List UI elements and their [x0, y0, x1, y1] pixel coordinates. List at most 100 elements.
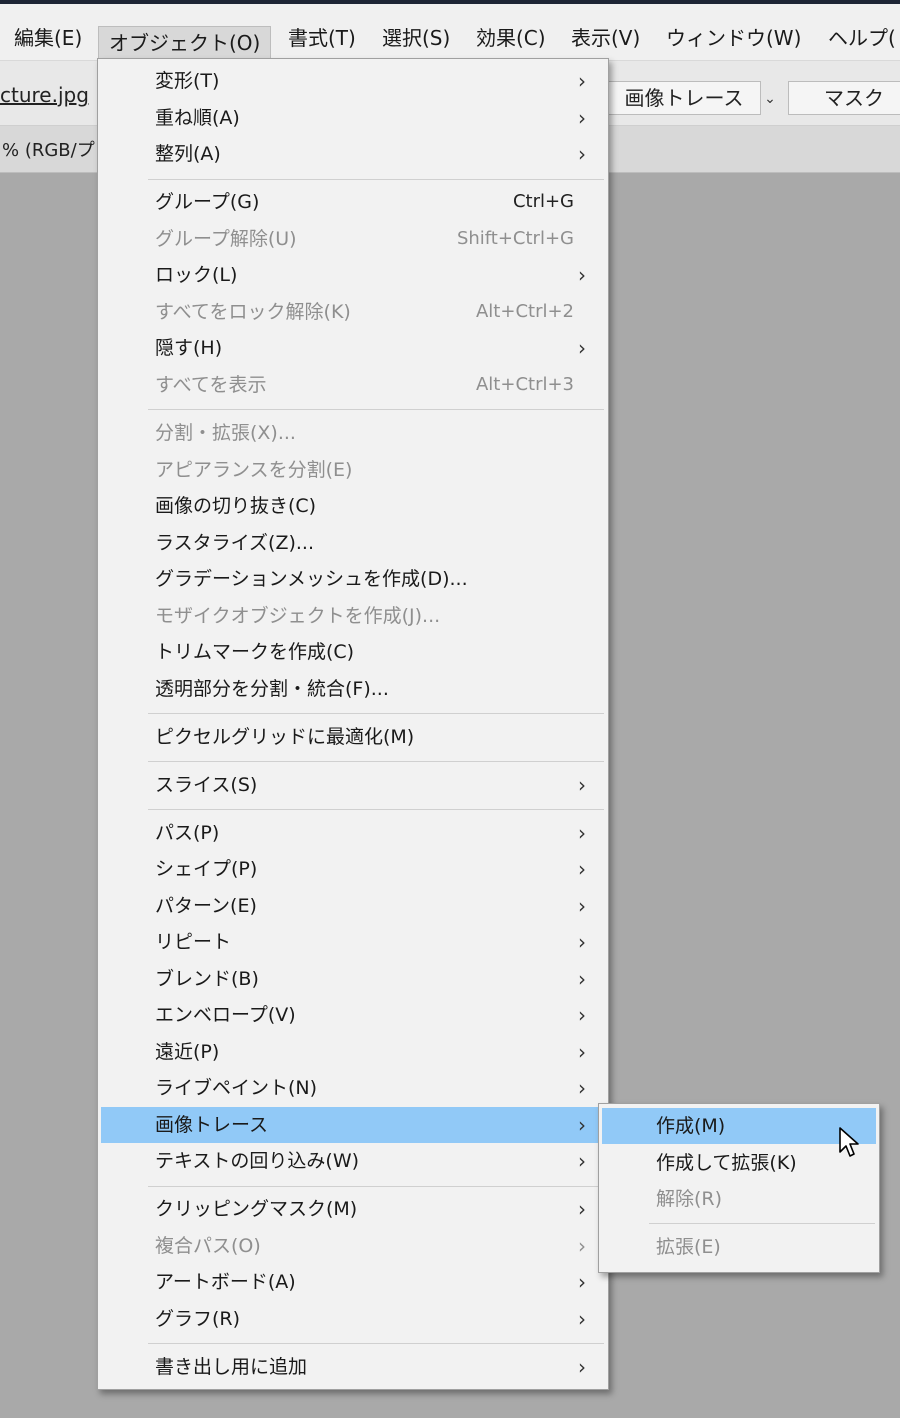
menu-separator: [148, 1343, 604, 1344]
menu-item-label: 遠近(P): [155, 1041, 220, 1063]
menu-item-blend[interactable]: ブレンド(B) ›: [98, 961, 608, 997]
menu-item-label: 分割・拡張(X)...: [155, 422, 296, 444]
menu-select[interactable]: 選択(S): [382, 20, 450, 56]
menu-item-label: グループ(G): [155, 191, 260, 213]
menu-item-label: グループ解除(U): [155, 228, 297, 250]
menu-type[interactable]: 書式(T): [288, 20, 356, 56]
menu-item-expand[interactable]: 分割・拡張(X)...: [98, 415, 608, 451]
menu-item-label: リピート: [155, 931, 232, 953]
menu-item-label: テキストの回り込み(W): [155, 1150, 360, 1172]
menu-item-group[interactable]: グループ(G) Ctrl+G: [98, 184, 608, 220]
menu-help[interactable]: ヘルプ(: [828, 20, 896, 56]
menu-object[interactable]: オブジェクト(O): [98, 26, 272, 60]
submenu-item-release[interactable]: 解除(R): [599, 1181, 879, 1217]
chevron-right-icon: ›: [578, 1003, 586, 1027]
menu-item-lock[interactable]: ロック(L) ›: [98, 257, 608, 293]
menu-item-label: アートボード(A): [155, 1271, 296, 1293]
menu-item-crop-image[interactable]: 画像の切り抜き(C): [98, 488, 608, 524]
menu-effect[interactable]: 効果(C): [476, 20, 546, 56]
menu-item-label: 変形(T): [155, 70, 220, 92]
menu-item-label: 解除(R): [656, 1188, 723, 1210]
chevron-right-icon: ›: [578, 821, 586, 845]
menu-item-label: 画像の切り抜き(C): [155, 495, 317, 517]
linked-file-name[interactable]: cture.jpg: [0, 83, 89, 107]
menu-separator: [148, 713, 604, 714]
menu-item-shortcut: Ctrl+G: [512, 191, 574, 212]
menu-item-label: 整列(A): [155, 143, 221, 165]
menu-item-label: シェイプ(P): [155, 858, 258, 880]
menu-item-label: 複合パス(O): [155, 1235, 261, 1257]
mask-button[interactable]: マスク: [788, 81, 900, 115]
menu-item-label: パス(P): [155, 822, 220, 844]
chevron-right-icon: ›: [578, 1270, 586, 1294]
menu-item-label: アピアランスを分割(E): [155, 459, 353, 481]
menu-item-label: クリッピングマスク(M): [155, 1198, 358, 1220]
menu-item-hide[interactable]: 隠す(H) ›: [98, 330, 608, 366]
chevron-right-icon: ›: [578, 967, 586, 991]
menu-item-image-trace[interactable]: 画像トレース ›: [101, 1107, 605, 1143]
menu-item-shortcut: Shift+Ctrl+G: [456, 228, 574, 249]
menu-item-label: ロック(L): [155, 264, 238, 286]
menu-item-unlock-all[interactable]: すべてをロック解除(K) Alt+Ctrl+2: [98, 294, 608, 330]
menu-item-expand-appearance[interactable]: アピアランスを分割(E): [98, 452, 608, 488]
menu-item-arrange[interactable]: 重ね順(A) ›: [98, 100, 608, 136]
submenu-item-expand[interactable]: 拡張(E): [599, 1229, 879, 1265]
chevron-right-icon: ›: [578, 1149, 586, 1173]
menu-item-align[interactable]: 整列(A) ›: [98, 136, 608, 172]
menu-item-label: パターン(E): [155, 895, 257, 917]
menu-item-label: グラフ(R): [155, 1308, 241, 1330]
submenu-item-make-expand[interactable]: 作成して拡張(K): [599, 1145, 879, 1181]
menu-item-shape[interactable]: シェイプ(P) ›: [98, 851, 608, 887]
menu-item-label: 書き出し用に追加: [155, 1356, 308, 1378]
image-trace-button[interactable]: 画像トレース: [607, 81, 761, 115]
menu-item-transform[interactable]: 変形(T) ›: [98, 63, 608, 99]
menu-window[interactable]: ウィンドウ(W): [666, 20, 801, 56]
chevron-right-icon: ›: [578, 1113, 586, 1137]
menu-item-gradient-mesh[interactable]: グラデーションメッシュを作成(D)...: [98, 561, 608, 597]
mouse-pointer-icon: [839, 1127, 859, 1157]
menu-item-text-wrap[interactable]: テキストの回り込み(W) ›: [98, 1143, 608, 1179]
menu-item-repeat[interactable]: リピート ›: [98, 924, 608, 960]
menu-item-path[interactable]: パス(P) ›: [98, 815, 608, 851]
menu-item-object-mosaic[interactable]: モザイクオブジェクトを作成(J)...: [98, 598, 608, 634]
menu-item-label: 作成して拡張(K): [656, 1152, 797, 1174]
menu-item-ungroup[interactable]: グループ解除(U) Shift+Ctrl+G: [98, 221, 608, 257]
menu-item-export-add[interactable]: 書き出し用に追加 ›: [98, 1349, 608, 1385]
menu-item-envelope[interactable]: エンベロープ(V) ›: [98, 997, 608, 1033]
menu-item-label: 画像トレース: [155, 1114, 269, 1136]
menu-item-live-paint[interactable]: ライブペイント(N) ›: [98, 1070, 608, 1106]
chevron-right-icon: ›: [578, 1040, 586, 1064]
chevron-right-icon: ›: [578, 263, 586, 287]
menu-item-artboards[interactable]: アートボード(A) ›: [98, 1264, 608, 1300]
menu-separator: [148, 809, 604, 810]
menu-item-clipping-mask[interactable]: クリッピングマスク(M) ›: [98, 1191, 608, 1227]
menu-item-shortcut: Alt+Ctrl+2: [475, 301, 574, 322]
menu-item-slice[interactable]: スライス(S) ›: [98, 767, 608, 803]
menu-item-label: すべてをロック解除(K): [155, 301, 351, 323]
document-tab-label[interactable]: % (RGB/プ: [2, 136, 95, 162]
chevron-down-icon[interactable]: ⌄: [760, 87, 780, 111]
menu-item-label: トリムマークを作成(C): [155, 641, 355, 663]
menu-item-pattern[interactable]: パターン(E) ›: [98, 888, 608, 924]
menu-item-trim-marks[interactable]: トリムマークを作成(C): [98, 634, 608, 670]
menu-item-show-all[interactable]: すべてを表示 Alt+Ctrl+3: [98, 367, 608, 403]
chevron-right-icon: ›: [578, 1355, 586, 1379]
menu-item-shortcut: Alt+Ctrl+3: [475, 374, 574, 395]
menu-item-label: 拡張(E): [656, 1236, 721, 1258]
menu-item-graph[interactable]: グラフ(R) ›: [98, 1301, 608, 1337]
menu-item-label: 隠す(H): [155, 337, 223, 359]
menu-item-flatten-transparency[interactable]: 透明部分を分割・統合(F)...: [98, 671, 608, 707]
menu-item-label: 透明部分を分割・統合(F)...: [155, 678, 389, 700]
menu-item-rasterize[interactable]: ラスタライズ(Z)...: [98, 525, 608, 561]
menu-item-perspective[interactable]: 遠近(P) ›: [98, 1034, 608, 1070]
menu-item-compound-path[interactable]: 複合パス(O) ›: [98, 1228, 608, 1264]
menu-item-label: エンベロープ(V): [155, 1004, 296, 1026]
menu-view[interactable]: 表示(V): [571, 20, 640, 56]
submenu-item-make[interactable]: 作成(M): [602, 1108, 876, 1144]
chevron-right-icon: ›: [578, 1234, 586, 1258]
menu-item-label: ブレンド(B): [155, 968, 259, 990]
object-menu: 変形(T) › 重ね順(A) › 整列(A) › グループ(G) Ctrl+G グループ…: [97, 58, 609, 1390]
menu-item-pixel-perfect[interactable]: ピクセルグリッドに最適化(M): [98, 719, 608, 755]
chevron-right-icon: ›: [578, 894, 586, 918]
menu-edit[interactable]: 編集(E): [14, 20, 82, 56]
